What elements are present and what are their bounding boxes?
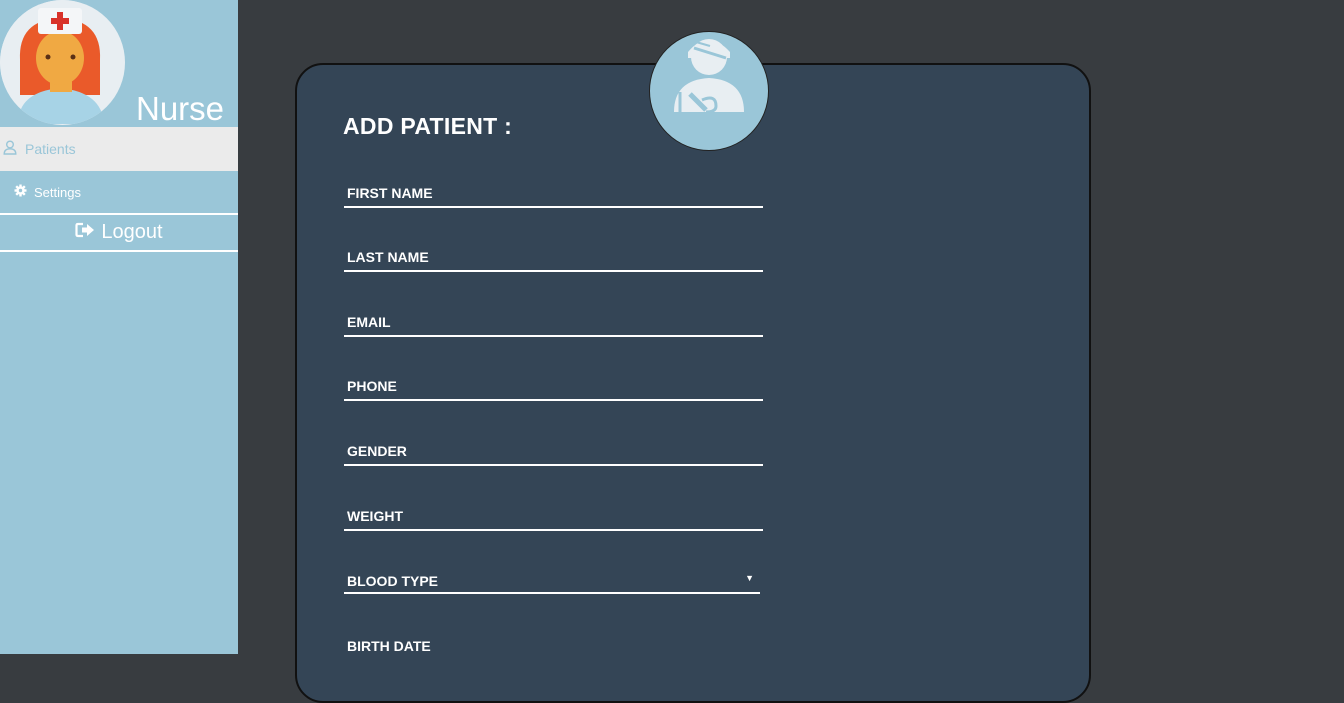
phone-input[interactable] <box>344 375 763 401</box>
nurse-avatar-icon <box>0 0 124 124</box>
nurse-avatar <box>0 0 125 125</box>
gear-icon <box>14 184 27 200</box>
last-name-input[interactable] <box>344 246 763 272</box>
birth-date-label: BIRTH DATE <box>347 638 431 654</box>
nav-item-label: Settings <box>34 184 81 200</box>
gender-input[interactable] <box>344 440 763 466</box>
role-title: Nurse <box>136 90 225 127</box>
nav-item-label: Patients <box>25 141 76 157</box>
weight-input[interactable] <box>344 505 763 531</box>
blood-type-select[interactable]: BLOOD TYPE ▼ <box>344 570 760 594</box>
user-icon <box>3 140 17 158</box>
form-title: ADD PATIENT : <box>343 113 513 139</box>
logout-button[interactable]: Logout <box>0 215 238 249</box>
email-input[interactable] <box>344 311 763 337</box>
injured-patient-icon <box>674 39 744 114</box>
blood-type-label: BLOOD TYPE <box>347 573 439 589</box>
divider <box>0 250 238 252</box>
sign-out-icon <box>75 221 95 244</box>
sidebar: Nurse Patients Settings Logout <box>0 0 238 654</box>
patient-badge <box>649 31 769 151</box>
nav-item-settings[interactable]: Settings <box>0 172 238 212</box>
dropdown-arrow-icon: ▼ <box>745 573 754 583</box>
first-name-input[interactable] <box>344 182 763 208</box>
logout-label: Logout <box>101 220 163 243</box>
nav-item-patients[interactable]: Patients <box>0 127 238 171</box>
